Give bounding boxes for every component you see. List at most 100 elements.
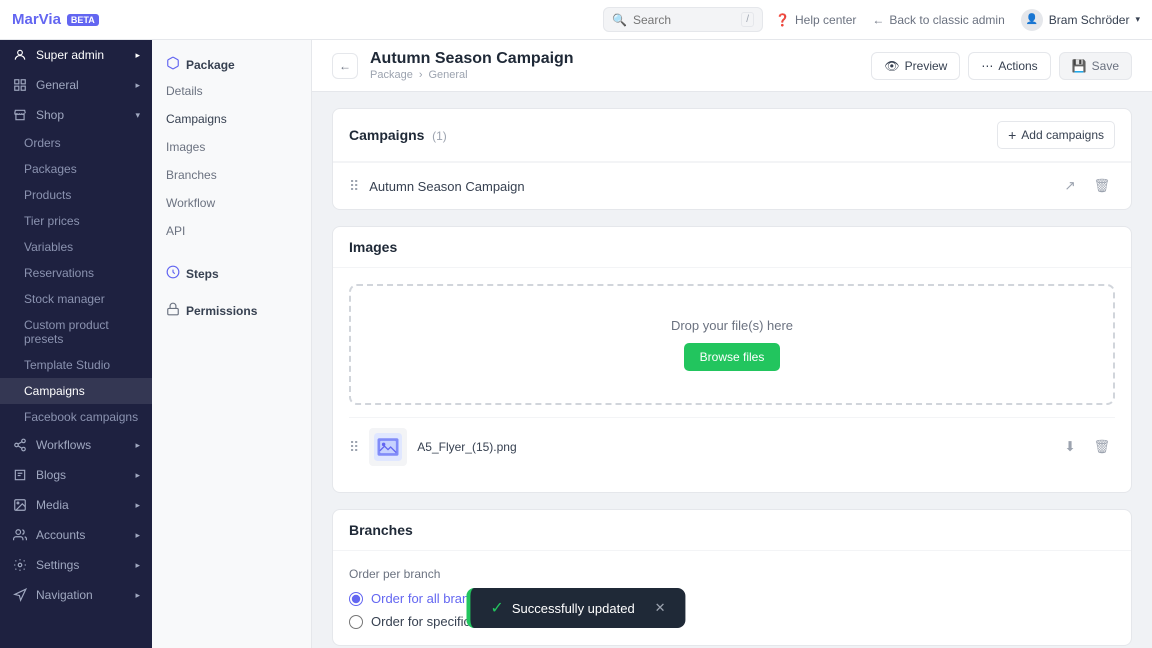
sidebar-item-stock-manager[interactable]: Stock manager — [0, 286, 152, 312]
radio-specific-branches[interactable]: Order for specific branches — [349, 614, 1115, 629]
settings-chevron-icon: ▸ — [135, 560, 140, 571]
browse-files-button[interactable]: Browse files — [684, 343, 781, 371]
actions-button[interactable]: ⋯ Actions — [968, 52, 1050, 80]
sidebar-item-packages[interactable]: Packages — [0, 156, 152, 182]
topbar: MarVia BETA 🔍 / ❓ Help center ← Back to … — [0, 0, 1152, 40]
image-download-button[interactable]: ⬇ — [1057, 434, 1083, 460]
steps-icon — [166, 265, 180, 282]
secondary-sidebar: Package Details Campaigns Images Branche… — [152, 40, 312, 648]
save-icon: 💾 — [1072, 59, 1087, 73]
super-admin-icon — [12, 47, 28, 63]
general-chevron-icon: ▸ — [135, 80, 140, 91]
image-thumbnail — [369, 428, 407, 466]
sec-nav-branches[interactable]: Branches — [152, 161, 311, 189]
sidebar-item-navigation[interactable]: Navigation ▸ — [0, 580, 152, 610]
sidebar-item-products[interactable]: Products — [0, 182, 152, 208]
branches-section: Branches Order per branch Order for all … — [332, 509, 1132, 646]
more-icon: ⋯ — [981, 59, 993, 73]
campaign-row-actions: ↗ 🗑 — [1057, 173, 1115, 199]
sec-nav-workflow[interactable]: Workflow — [152, 189, 311, 217]
steps-nav-group: Steps — [152, 257, 311, 286]
sidebar-item-settings[interactable]: Settings ▸ — [0, 550, 152, 580]
branches-radio-group: Order for all branches Order for specifi… — [349, 591, 1115, 629]
external-link-icon: ↗ — [1064, 178, 1075, 194]
back-classic-link[interactable]: ← Back to classic admin — [872, 13, 1004, 27]
campaign-external-link-button[interactable]: ↗ — [1057, 173, 1083, 199]
permissions-icon — [166, 302, 180, 319]
search-shortcut: / — [741, 12, 754, 27]
plus-icon: + — [1008, 127, 1016, 143]
toast-close-button[interactable]: ✕ — [655, 600, 666, 616]
package-icon — [166, 56, 180, 73]
blogs-icon — [12, 467, 28, 483]
settings-icon — [12, 557, 28, 573]
shop-chevron-icon: ▾ — [135, 110, 140, 121]
logo: MarVia BETA — [12, 11, 99, 28]
dropzone[interactable]: Drop your file(s) here Browse files — [349, 284, 1115, 405]
breadcrumb-separator: › — [419, 69, 423, 81]
sidebar: Super admin ▸ General ▸ Shop ▾ Orders Pa… — [0, 40, 152, 648]
image-delete-button[interactable]: 🗑 — [1089, 434, 1115, 460]
sec-nav-api[interactable]: API — [152, 217, 311, 245]
help-center-link[interactable]: ❓ Help center — [775, 13, 856, 27]
navigation-chevron-icon: ▸ — [135, 590, 140, 601]
sidebar-item-reservations[interactable]: Reservations — [0, 260, 152, 286]
sidebar-item-template-studio[interactable]: Template Studio — [0, 352, 152, 378]
logo-text: MarVia — [12, 11, 61, 28]
preview-button[interactable]: 👁 Preview — [871, 52, 960, 80]
sidebar-item-tier-prices[interactable]: Tier prices — [0, 208, 152, 234]
sidebar-item-general[interactable]: General ▸ — [0, 70, 152, 100]
page-header: ← Autumn Season Campaign Package › Gener… — [312, 40, 1152, 92]
beta-badge: BETA — [67, 14, 99, 26]
sec-nav-images[interactable]: Images — [152, 133, 311, 161]
breadcrumb: Package › General — [370, 69, 859, 81]
image-row: ⠿ A5_Flyer_(15).png — [349, 417, 1115, 476]
sidebar-item-variables[interactable]: Variables — [0, 234, 152, 260]
drag-handle-icon[interactable]: ⠿ — [349, 178, 359, 195]
image-row-actions: ⬇ 🗑 — [1057, 434, 1115, 460]
search-input[interactable] — [633, 13, 735, 27]
workflows-chevron-icon: ▸ — [135, 440, 140, 451]
sec-nav-details[interactable]: Details — [152, 77, 311, 105]
sidebar-item-campaigns[interactable]: Campaigns — [0, 378, 152, 404]
sidebar-item-custom-presets[interactable]: Custom product presets — [0, 312, 152, 352]
campaigns-section: Campaigns (1) + Add campaigns ⠿ Autumn S… — [332, 108, 1132, 210]
sidebar-item-facebook-campaigns[interactable]: Facebook campaigns — [0, 404, 152, 430]
super-admin-chevron-icon: ▸ — [135, 50, 140, 61]
back-button[interactable]: ← — [332, 53, 358, 79]
campaign-delete-button[interactable]: 🗑 — [1089, 173, 1115, 199]
user-menu[interactable]: 👤 Bram Schröder ▾ — [1021, 9, 1140, 31]
avatar: 👤 — [1021, 9, 1043, 31]
navigation-icon — [12, 587, 28, 603]
image-trash-icon: 🗑 — [1094, 439, 1111, 455]
breadcrumb-general[interactable]: General — [428, 69, 467, 81]
image-drag-handle-icon[interactable]: ⠿ — [349, 439, 359, 456]
images-section: Images Drop your file(s) here Browse fil… — [332, 226, 1132, 493]
sidebar-item-media[interactable]: Media ▸ — [0, 490, 152, 520]
trash-icon: 🗑 — [1094, 178, 1111, 194]
help-icon: ❓ — [775, 13, 790, 27]
save-button[interactable]: 💾 Save — [1059, 52, 1132, 80]
sidebar-item-shop[interactable]: Shop ▾ — [0, 100, 152, 130]
sidebar-item-super-admin[interactable]: Super admin ▸ — [0, 40, 152, 70]
sidebar-item-blogs[interactable]: Blogs ▸ — [0, 460, 152, 490]
campaigns-title-group: Campaigns (1) — [349, 127, 447, 143]
check-circle-icon: ✓ — [490, 598, 503, 618]
page-header-info: Autumn Season Campaign Package › General — [370, 50, 859, 81]
search-bar[interactable]: 🔍 / — [603, 7, 763, 32]
topbar-actions: ❓ Help center ← Back to classic admin 👤 … — [775, 9, 1140, 31]
sec-nav-campaigns[interactable]: Campaigns — [152, 105, 311, 133]
radio-all-branches[interactable]: Order for all branches — [349, 591, 1115, 606]
media-icon — [12, 497, 28, 513]
images-section-content: Drop your file(s) here Browse files ⠿ — [333, 268, 1131, 492]
sidebar-item-workflows[interactable]: Workflows ▸ — [0, 430, 152, 460]
user-chevron-icon: ▾ — [1135, 14, 1140, 25]
sidebar-item-accounts[interactable]: Accounts ▸ — [0, 520, 152, 550]
campaigns-section-header: Campaigns (1) + Add campaigns — [333, 109, 1131, 162]
add-campaigns-button[interactable]: + Add campaigns — [997, 121, 1115, 149]
main-content: ← Autumn Season Campaign Package › Gener… — [312, 40, 1152, 648]
sidebar-item-orders[interactable]: Orders — [0, 130, 152, 156]
blogs-chevron-icon: ▸ — [135, 470, 140, 481]
breadcrumb-package[interactable]: Package — [370, 69, 413, 81]
package-nav-group: Package — [152, 48, 311, 77]
